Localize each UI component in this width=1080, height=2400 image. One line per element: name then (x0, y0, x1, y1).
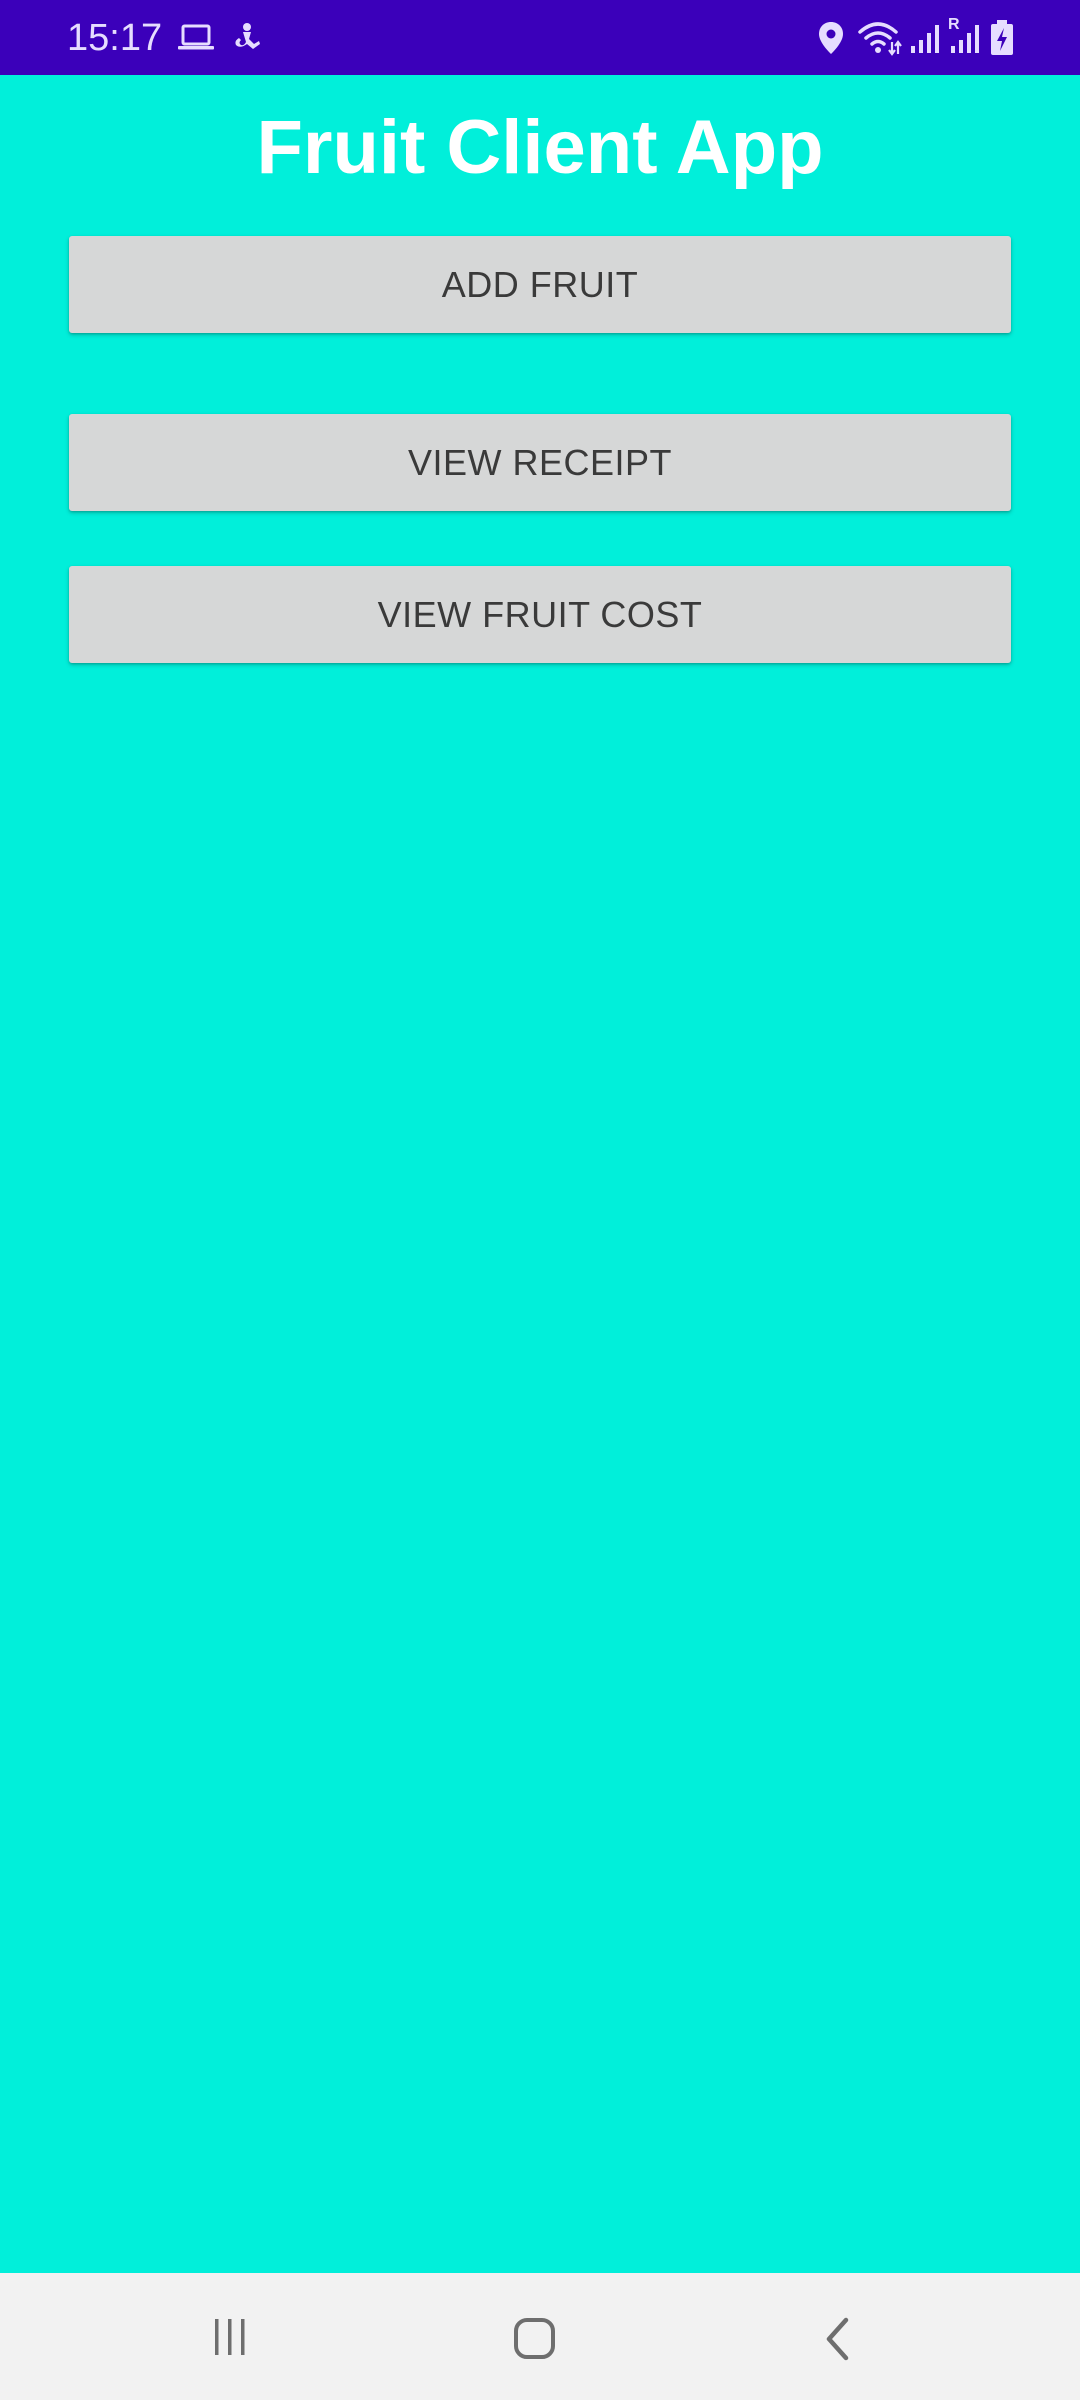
status-time: 15:17 (67, 17, 163, 59)
wifi-icon (858, 22, 902, 56)
accessibility-icon (235, 23, 260, 49)
main-content: Fruit Client App ADD FRUIT VIEW RECEIPT … (0, 75, 1080, 2273)
navigation-bar (0, 2273, 1080, 2400)
status-bar: 15:17 R (0, 0, 1080, 75)
view-receipt-button[interactable]: VIEW RECEIPT (69, 414, 1011, 511)
laptop-icon (178, 24, 214, 50)
battery-charging-icon (991, 20, 1013, 55)
signal-roaming-icon (951, 25, 979, 53)
app-title: Fruit Client App (256, 105, 824, 190)
view-fruit-cost-button[interactable]: VIEW FRUIT COST (69, 566, 1011, 663)
add-fruit-button[interactable]: ADD FRUIT (69, 236, 1011, 333)
recent-apps-icon[interactable] (210, 2317, 250, 2357)
location-icon (819, 22, 843, 54)
back-icon[interactable] (820, 2316, 854, 2362)
signal-icon (911, 25, 939, 53)
home-icon[interactable] (512, 2316, 558, 2362)
